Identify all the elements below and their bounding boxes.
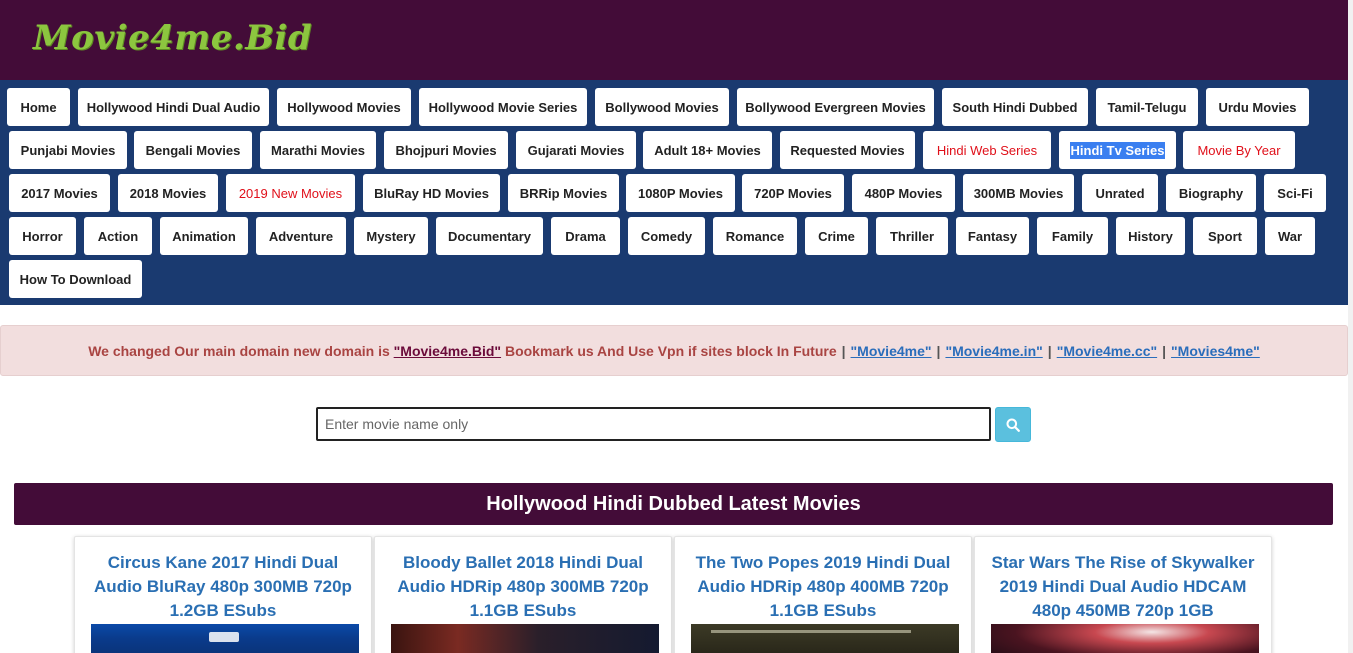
nav-item-2017-movies[interactable]: 2017 Movies — [9, 174, 110, 212]
nav-item-romance[interactable]: Romance — [713, 217, 797, 255]
notice-middle: Bookmark us And Use Vpn if sites block I… — [504, 342, 837, 359]
nav-item-horror[interactable]: Horror — [9, 217, 76, 255]
poster-credits-line — [711, 630, 911, 633]
nav-item-crime[interactable]: Crime — [805, 217, 868, 255]
movie-poster[interactable] — [391, 624, 659, 653]
nav-item-720p-movies[interactable]: 720P Movies — [742, 174, 844, 212]
domain-change-notice: We changed Our main domain new domain is… — [0, 325, 1348, 376]
nav-item-tamil-telugu[interactable]: Tamil-Telugu — [1096, 88, 1198, 126]
nav-item-hindi-tv-series-label: Hindi Tv Series — [1069, 141, 1166, 159]
notice-new-domain-link[interactable]: "Movie4me.Bid" — [394, 343, 501, 359]
category-nav: Home Hollywood Hindi Dual Audio Hollywoo… — [0, 80, 1348, 305]
nav-item-1080p-movies[interactable]: 1080P Movies — [626, 174, 735, 212]
nav-item-bluray-hd-movies[interactable]: BluRay HD Movies — [363, 174, 500, 212]
nav-item-documentary[interactable]: Documentary — [436, 217, 543, 255]
nav-item-gujarati-movies[interactable]: Gujarati Movies — [516, 131, 636, 169]
nav-item-unrated[interactable]: Unrated — [1082, 174, 1158, 212]
nav-item-family[interactable]: Family — [1037, 217, 1108, 255]
nav-item-home[interactable]: Home — [7, 88, 70, 126]
site-logo[interactable]: Movie4me.Bid — [33, 18, 312, 58]
nav-item-action[interactable]: Action — [84, 217, 152, 255]
notice-alt-domain-link[interactable]: "Movie4me.in" — [945, 343, 1042, 359]
movie-poster[interactable] — [91, 624, 359, 653]
notice-separator: | — [936, 342, 941, 359]
nav-item-how-to-download[interactable]: How To Download — [9, 260, 142, 298]
bluray-logo-icon — [209, 632, 239, 642]
nav-item-hindi-web-series[interactable]: Hindi Web Series — [923, 131, 1051, 169]
nav-item-adult-movies[interactable]: Adult 18+ Movies — [643, 131, 772, 169]
notice-separator: | — [1162, 342, 1167, 359]
nav-item-movie-by-year[interactable]: Movie By Year — [1183, 131, 1295, 169]
notice-separator: | — [841, 342, 846, 359]
nav-item-animation[interactable]: Animation — [160, 217, 248, 255]
movie-card[interactable]: Circus Kane 2017 Hindi Dual Audio BluRay… — [74, 536, 372, 653]
search-input[interactable]: Enter movie name only — [316, 407, 991, 441]
nav-item-2018-movies[interactable]: 2018 Movies — [118, 174, 218, 212]
movie-title-link[interactable]: Bloody Ballet 2018 Hindi Dual Audio HDRi… — [385, 551, 661, 623]
nav-item-urdu-movies[interactable]: Urdu Movies — [1206, 88, 1309, 126]
nav-item-480p-movies[interactable]: 480P Movies — [852, 174, 955, 212]
nav-item-brrip-movies[interactable]: BRRip Movies — [508, 174, 619, 212]
nav-item-punjabi-movies[interactable]: Punjabi Movies — [9, 131, 127, 169]
movie-title-link[interactable]: The Two Popes 2019 Hindi Dual Audio HDRi… — [685, 551, 961, 623]
nav-item-bhojpuri-movies[interactable]: Bhojpuri Movies — [384, 131, 508, 169]
movie-card[interactable]: Bloody Ballet 2018 Hindi Dual Audio HDRi… — [374, 536, 672, 653]
nav-item-marathi-movies[interactable]: Marathi Movies — [260, 131, 376, 169]
page-scrollbar[interactable] — [1348, 0, 1353, 653]
nav-item-biography[interactable]: Biography — [1166, 174, 1256, 212]
movie-card[interactable]: Star Wars The Rise of Skywalker 2019 Hin… — [974, 536, 1272, 653]
nav-item-south-hindi-dubbed[interactable]: South Hindi Dubbed — [942, 88, 1088, 126]
movie-poster[interactable] — [991, 624, 1259, 653]
notice-alt-domain-link[interactable]: "Movies4me" — [1171, 343, 1260, 359]
movie-poster[interactable] — [691, 624, 959, 653]
notice-prefix: We changed Our main domain new domain is — [88, 342, 390, 359]
notice-alt-domain-link[interactable]: "Movie4me.cc" — [1057, 343, 1157, 359]
section-title: Hollywood Hindi Dubbed Latest Movies — [14, 483, 1333, 525]
site-header: Movie4me.Bid — [0, 0, 1348, 80]
movie-title-link[interactable]: Circus Kane 2017 Hindi Dual Audio BluRay… — [85, 551, 361, 623]
notice-alt-domain-link[interactable]: "Movie4me" — [851, 343, 932, 359]
nav-item-bollywood-evergreen-movies[interactable]: Bollywood Evergreen Movies — [737, 88, 934, 126]
movie-title-link[interactable]: Star Wars The Rise of Skywalker 2019 Hin… — [985, 551, 1261, 623]
nav-item-hollywood-movie-series[interactable]: Hollywood Movie Series — [419, 88, 587, 126]
search-button[interactable] — [995, 407, 1031, 442]
nav-item-2019-new-movies[interactable]: 2019 New Movies — [226, 174, 355, 212]
nav-item-mystery[interactable]: Mystery — [354, 217, 428, 255]
nav-item-thriller[interactable]: Thriller — [876, 217, 948, 255]
nav-item-war[interactable]: War — [1265, 217, 1315, 255]
notice-separator: | — [1047, 342, 1052, 359]
nav-item-drama[interactable]: Drama — [551, 217, 620, 255]
nav-item-adventure[interactable]: Adventure — [256, 217, 346, 255]
nav-item-hollywood-movies[interactable]: Hollywood Movies — [277, 88, 411, 126]
nav-item-hindi-tv-series[interactable]: Hindi Tv Series — [1059, 131, 1176, 169]
nav-item-history[interactable]: History — [1116, 217, 1185, 255]
nav-item-bollywood-movies[interactable]: Bollywood Movies — [595, 88, 729, 126]
nav-item-sport[interactable]: Sport — [1193, 217, 1257, 255]
nav-item-sci-fi[interactable]: Sci-Fi — [1264, 174, 1326, 212]
nav-item-bengali-movies[interactable]: Bengali Movies — [134, 131, 252, 169]
nav-item-hollywood-hindi-dual-audio[interactable]: Hollywood Hindi Dual Audio — [78, 88, 269, 126]
nav-item-300mb-movies[interactable]: 300MB Movies — [963, 174, 1074, 212]
nav-item-comedy[interactable]: Comedy — [628, 217, 705, 255]
nav-item-fantasy[interactable]: Fantasy — [956, 217, 1029, 255]
nav-item-requested-movies[interactable]: Requested Movies — [780, 131, 915, 169]
search-icon — [1006, 418, 1020, 432]
movie-card[interactable]: The Two Popes 2019 Hindi Dual Audio HDRi… — [674, 536, 972, 653]
